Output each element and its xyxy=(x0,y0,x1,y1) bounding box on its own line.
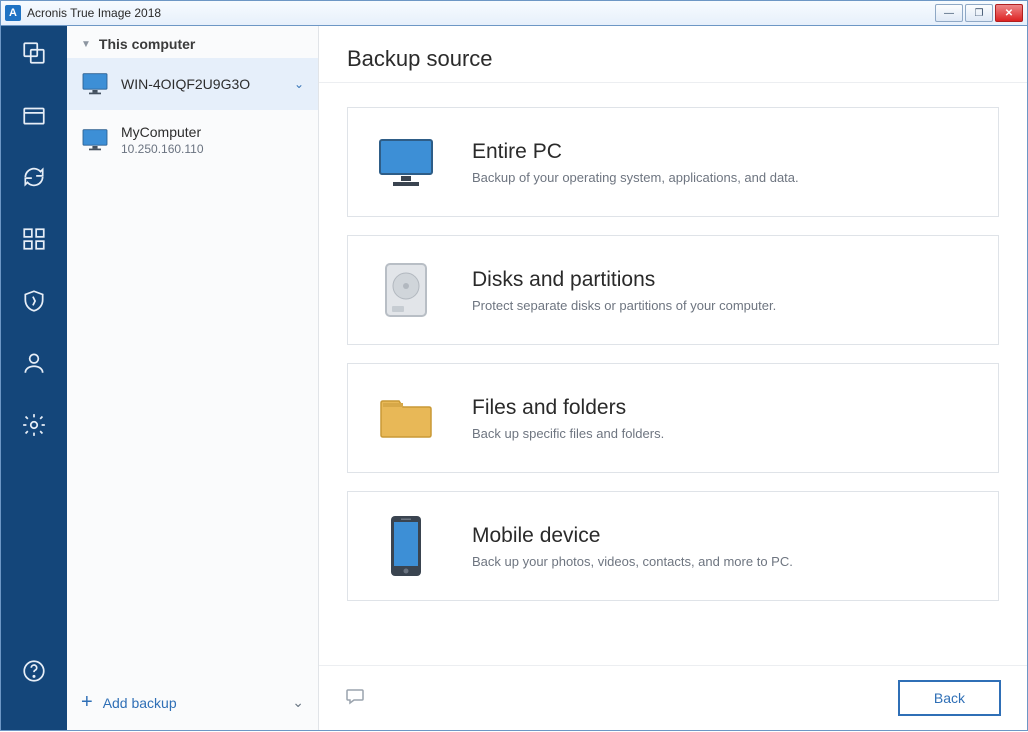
side-panel: ▼ This computer WIN-4OIQF2U9G3O ⌄ MyComp… xyxy=(67,26,319,730)
minimize-button[interactable]: — xyxy=(935,4,963,22)
chevron-down-icon: ⌄ xyxy=(294,77,304,91)
window-title: Acronis True Image 2018 xyxy=(27,6,935,20)
pc-icon xyxy=(374,130,438,194)
option-disks[interactable]: Disks and partitions Protect separate dis… xyxy=(347,235,999,345)
option-title: Mobile device xyxy=(472,524,793,548)
nav-rail xyxy=(1,26,67,730)
add-backup-label: Add backup xyxy=(103,695,177,711)
page-title: Backup source xyxy=(347,46,999,72)
help-nav-icon[interactable] xyxy=(19,656,49,686)
device-name: MyComputer xyxy=(121,124,304,140)
disk-icon xyxy=(374,258,438,322)
device-sub: 10.250.160.110 xyxy=(121,142,304,156)
account-nav-icon[interactable] xyxy=(19,348,49,378)
maximize-button[interactable]: ❐ xyxy=(965,4,993,22)
settings-nav-icon[interactable] xyxy=(19,410,49,440)
option-entire-pc[interactable]: Entire PC Backup of your operating system… xyxy=(347,107,999,217)
monitor-icon xyxy=(81,128,109,152)
plus-icon: + xyxy=(81,691,93,714)
backup-nav-icon[interactable] xyxy=(19,38,49,68)
app-icon: A xyxy=(5,5,21,21)
titlebar: A Acronis True Image 2018 — ❐ ✕ xyxy=(0,0,1028,26)
folder-icon xyxy=(374,386,438,450)
sync-nav-icon[interactable] xyxy=(19,162,49,192)
option-mobile[interactable]: Mobile device Back up your photos, videos… xyxy=(347,491,999,601)
device-item-selected[interactable]: WIN-4OIQF2U9G3O ⌄ xyxy=(67,58,318,110)
main-content: Backup source Entire PC Backup of your op… xyxy=(319,26,1027,730)
back-button[interactable]: Back xyxy=(898,680,1001,716)
mobile-icon xyxy=(374,514,438,578)
archive-nav-icon[interactable] xyxy=(19,100,49,130)
option-title: Entire PC xyxy=(472,140,799,164)
option-desc: Protect separate disks or partitions of … xyxy=(472,298,776,313)
caret-down-icon: ▼ xyxy=(81,39,91,50)
device-item[interactable]: MyComputer 10.250.160.110 xyxy=(67,110,318,170)
tools-nav-icon[interactable] xyxy=(19,224,49,254)
protection-nav-icon[interactable] xyxy=(19,286,49,316)
option-title: Disks and partitions xyxy=(472,268,776,292)
comment-icon[interactable] xyxy=(345,687,365,710)
breadcrumb-label: This computer xyxy=(99,36,195,52)
option-desc: Back up specific files and folders. xyxy=(472,426,664,441)
device-name: WIN-4OIQF2U9G3O xyxy=(121,76,282,92)
option-desc: Back up your photos, videos, contacts, a… xyxy=(472,554,793,569)
option-title: Files and folders xyxy=(472,396,664,420)
option-desc: Backup of your operating system, applica… xyxy=(472,170,799,185)
close-button[interactable]: ✕ xyxy=(995,4,1023,22)
add-backup-button[interactable]: + Add backup ⌄ xyxy=(67,675,318,730)
breadcrumb[interactable]: ▼ This computer xyxy=(67,26,318,58)
monitor-icon xyxy=(81,72,109,96)
chevron-down-icon: ⌄ xyxy=(292,694,304,711)
option-files[interactable]: Files and folders Back up specific files … xyxy=(347,363,999,473)
